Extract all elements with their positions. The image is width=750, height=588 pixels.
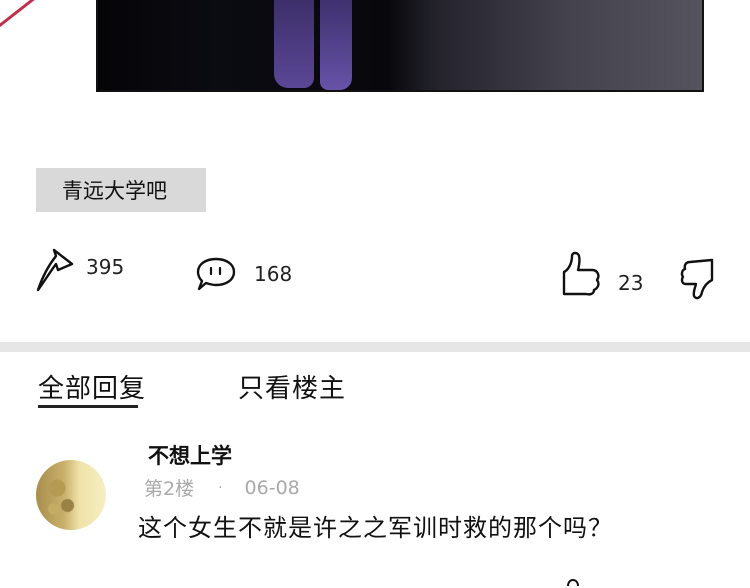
tab-all-replies[interactable]: 全部回复 — [38, 368, 146, 405]
thumbs-down-icon — [680, 258, 716, 306]
image-figure-legs-left — [274, 0, 314, 88]
tab-owner-only[interactable]: 只看楼主 — [238, 368, 346, 405]
reply-floor: 第2楼 — [144, 478, 195, 500]
active-tab-indicator — [38, 405, 138, 408]
comment-count: 168 — [254, 262, 293, 286]
thumbs-up-icon — [560, 250, 602, 296]
reply-username[interactable]: 不想上学 — [148, 440, 232, 470]
image-panel-edge — [424, 0, 426, 90]
post-image[interactable] — [96, 0, 704, 92]
comment-bubble-icon — [196, 256, 236, 292]
image-figure-legs-right — [320, 0, 352, 90]
dislike-button[interactable] — [680, 258, 716, 306]
section-divider — [0, 342, 750, 352]
meta-separator: · — [218, 479, 223, 496]
like-button[interactable]: 23 — [560, 250, 643, 296]
share-count: 395 — [86, 255, 125, 279]
corner-decoration — [0, 0, 60, 49]
forum-tag-label: 青远大学吧 — [62, 179, 167, 203]
forum-tag[interactable]: 青远大学吧 — [36, 168, 206, 212]
avatar[interactable] — [36, 460, 106, 530]
comment-button[interactable]: 168 — [196, 256, 292, 292]
reply-text: 这个女生不就是许之之军训时救的那个吗？ — [138, 514, 613, 542]
share-button[interactable]: 395 — [36, 248, 124, 292]
reply-meta: 第2楼 · 06-08 — [144, 474, 300, 501]
reply-date: 06-08 — [244, 476, 300, 499]
share-arrow-icon — [36, 248, 74, 292]
like-count: 23 — [618, 271, 644, 295]
